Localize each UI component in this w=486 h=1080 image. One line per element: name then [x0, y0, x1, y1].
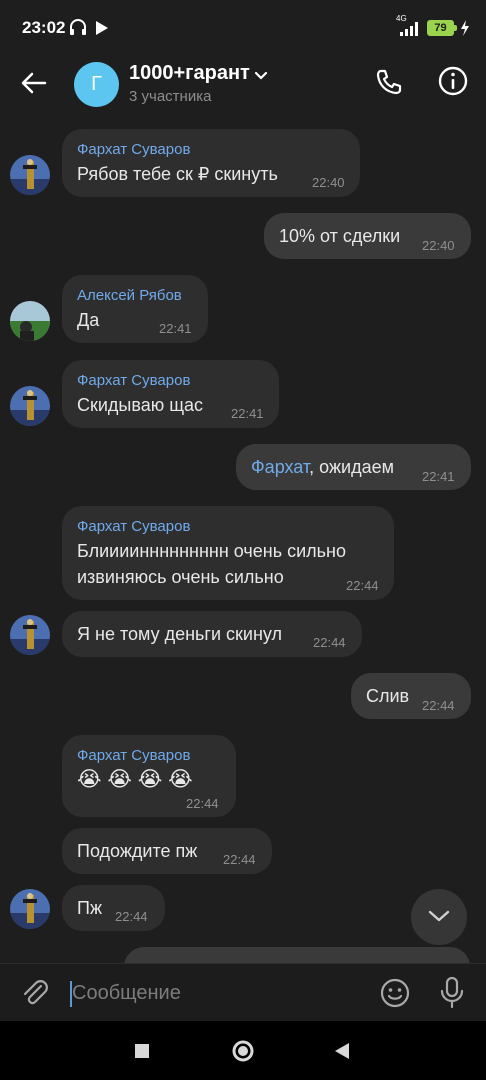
avatar[interactable]	[10, 155, 50, 195]
message-bubble[interactable]: Фархат Суваров 😭 😭 😭 😭 22:44	[62, 735, 236, 817]
avatar[interactable]	[10, 889, 50, 929]
message-time: 22:41	[159, 321, 192, 336]
message-time: 22:44	[422, 698, 455, 713]
charging-icon	[460, 20, 470, 41]
message-bubble[interactable]: Я не тому деньги скинул 22:44	[62, 611, 362, 657]
phone-icon[interactable]	[374, 67, 404, 102]
emoji-icon[interactable]	[379, 977, 411, 1014]
message-bubble-outgoing[interactable]: Фархат, ожидаем 22:41	[236, 444, 471, 490]
message-text: Рябов тебе ск ₽ скинуть	[77, 164, 278, 184]
sender-name[interactable]: Фархат Суваров	[77, 372, 190, 389]
chat-header: Г 1000+гарант 3 участника	[0, 56, 486, 112]
message-text-rest: , ожидаем	[309, 457, 394, 477]
message-time: 22:41	[231, 406, 264, 421]
group-avatar[interactable]: Г	[74, 62, 119, 107]
message-time: 22:40	[312, 175, 345, 190]
message-time: 22:41	[422, 469, 455, 484]
avatar[interactable]	[10, 386, 50, 426]
recents-square-icon[interactable]	[134, 1043, 150, 1064]
message-bubble[interactable]: Фархат Суваров Блииииннннннннн очень сил…	[62, 506, 394, 600]
message-text: Подождите пж	[77, 841, 198, 861]
message-bubble-outgoing[interactable]: 10% от сделки 22:40	[264, 213, 471, 259]
message-input[interactable]: Сообщение	[72, 982, 181, 1005]
scroll-down-button[interactable]	[411, 889, 467, 945]
message-text: Да	[77, 310, 100, 330]
message-time: 22:44	[313, 635, 346, 650]
system-nav-bar	[0, 1021, 486, 1080]
headphones-icon	[68, 17, 88, 42]
message-text-line2: извиняюсь очень сильно	[77, 567, 284, 587]
chat-title[interactable]: 1000+гарант	[129, 62, 250, 85]
sender-name[interactable]: Фархат Суваров	[77, 141, 190, 158]
back-triangle-icon[interactable]	[334, 1042, 350, 1065]
avatar[interactable]	[10, 615, 50, 655]
back-arrow-icon[interactable]	[20, 69, 48, 102]
battery-cap	[454, 25, 457, 31]
message-text: Я не тому деньги скинул	[77, 624, 283, 644]
attach-icon[interactable]	[20, 978, 50, 1013]
message-text: Пж	[77, 898, 102, 918]
message-text: Слив	[366, 686, 410, 706]
sender-name[interactable]: Алексей Рябов	[77, 287, 182, 304]
message-bubble[interactable]: Фархат Суваров Скидываю щас 22:41	[62, 360, 279, 428]
battery-icon: 79	[427, 20, 454, 36]
chat-title-text: 1000+гарант	[129, 62, 250, 84]
message-text: Скидываю щас	[77, 395, 204, 415]
message-bubble[interactable]: Фархат Суваров Рябов тебе ск ₽ скинуть 2…	[62, 129, 360, 197]
sender-name[interactable]: Фархат Суваров	[77, 518, 190, 535]
message-time: 22:44	[346, 578, 379, 593]
message-bubble[interactable]: Алексей Рябов Да 22:41	[62, 275, 208, 343]
signal-icon	[398, 22, 420, 41]
status-bar: 23:02 4G 79	[0, 0, 486, 56]
message-bubble[interactable]: Пж 22:44	[62, 885, 165, 931]
message-time: 22:44	[115, 909, 148, 924]
message-bubble-outgoing[interactable]: Слив 22:44	[351, 673, 471, 719]
play-icon	[95, 20, 109, 41]
avatar[interactable]	[10, 301, 50, 341]
sender-name[interactable]: Фархат Суваров	[77, 747, 190, 764]
chevron-down-icon[interactable]	[254, 69, 268, 87]
status-time: 23:02	[22, 18, 66, 37]
message-emoji: 😭 😭 😭 😭	[77, 768, 193, 791]
message-text: 10% от сделки	[279, 226, 401, 246]
message-composer: Сообщение	[0, 963, 486, 1021]
microphone-icon[interactable]	[437, 976, 467, 1015]
home-circle-icon[interactable]	[231, 1039, 255, 1068]
chevron-down-icon	[428, 909, 450, 928]
participants-count: 3 участника	[129, 88, 212, 105]
mention-link[interactable]: Фархат	[251, 457, 309, 477]
message-text: Фархат, ожидаем	[251, 454, 394, 480]
message-text-line1: Блииииннннннннн очень сильно	[77, 541, 347, 561]
message-bubble[interactable]: Подождите пж 22:44	[62, 828, 272, 874]
message-time: 22:40	[422, 238, 455, 253]
message-time: 22:44	[223, 852, 256, 867]
info-icon[interactable]	[437, 65, 469, 102]
message-time: 22:44	[186, 796, 219, 811]
